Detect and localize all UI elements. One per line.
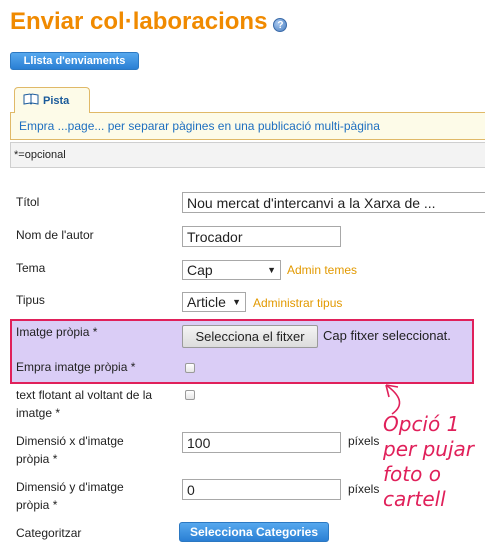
dim-y-label-line1: Dimensió y d'imatge xyxy=(16,480,124,494)
topic-select-value: Cap xyxy=(187,262,213,278)
tab-tip[interactable]: Pista xyxy=(14,87,90,113)
dim-x-units: píxels xyxy=(348,434,380,448)
select-file-button[interactable]: Selecciona el fitxer xyxy=(182,325,318,348)
dim-x-input[interactable]: 100 xyxy=(182,432,341,453)
help-icon[interactable]: ? xyxy=(273,18,288,32)
topic-select[interactable]: Cap ▼ xyxy=(182,260,281,280)
optional-note: *=opcional xyxy=(10,142,485,168)
annotation-note: Opció 1 per pujar foto o cartell xyxy=(383,412,485,512)
title-label: Títol xyxy=(16,195,40,209)
annotation-line4: cartell xyxy=(383,487,446,511)
select-categories-button[interactable]: Selecciona Categories xyxy=(179,522,329,542)
page-title: Enviar col·laboracions ? xyxy=(10,8,288,36)
float-text-checkbox[interactable] xyxy=(185,390,195,400)
book-icon xyxy=(23,93,39,108)
float-text-label-line2: imatge * xyxy=(16,406,61,420)
dim-x-label-line1: Dimensió x d'imatge xyxy=(16,434,124,448)
author-label: Nom de l'autor xyxy=(16,228,94,242)
author-input[interactable]: Trocador xyxy=(182,226,341,247)
admin-topics-link[interactable]: Admin temes xyxy=(287,263,357,277)
annotation-line1: Opció 1 xyxy=(383,412,460,436)
chevron-down-icon: ▼ xyxy=(267,265,276,275)
dim-x-label: Dimensió x d'imatge pròpia * xyxy=(16,432,124,468)
categorize-label: Categoritzar xyxy=(16,526,82,540)
type-select-value: Article xyxy=(187,294,226,310)
tip-text: Empra ...page... per separar pàgines en … xyxy=(19,119,380,133)
type-label: Tipus xyxy=(16,293,45,307)
dim-y-label: Dimensió y d'imatge pròpia * xyxy=(16,478,124,514)
dim-y-label-line2: pròpia * xyxy=(16,498,58,512)
float-text-label-line1: text flotant al voltant de la xyxy=(16,388,153,402)
dim-x-label-line2: pròpia * xyxy=(16,452,58,466)
submissions-list-button[interactable]: Llista d'enviaments xyxy=(10,52,139,70)
page-title-text: Enviar col·laboracions xyxy=(10,8,268,35)
tab-tip-label: Pista xyxy=(43,94,70,107)
dim-y-input[interactable]: 0 xyxy=(182,479,341,500)
file-status: Cap fitxer seleccionat. xyxy=(323,328,451,343)
topic-label: Tema xyxy=(16,261,46,275)
type-select[interactable]: Article ▼ xyxy=(182,292,246,312)
use-own-image-label: Empra imatge pròpia * xyxy=(16,360,136,374)
use-own-image-checkbox[interactable] xyxy=(185,363,195,373)
annotation-line3: foto o xyxy=(383,462,441,486)
float-text-label: text flotant al voltant de la imatge * xyxy=(16,386,152,422)
admin-types-link[interactable]: Administrar tipus xyxy=(253,296,342,310)
own-image-label: Imatge pròpia * xyxy=(16,325,98,339)
tip-panel: Empra ...page... per separar pàgines en … xyxy=(10,112,485,140)
dim-y-units: píxels xyxy=(348,482,380,496)
annotation-line2: per pujar xyxy=(383,437,474,461)
title-input[interactable]: Nou mercat d'intercanvi a la Xarxa de ..… xyxy=(182,192,485,213)
chevron-down-icon: ▼ xyxy=(232,297,241,307)
